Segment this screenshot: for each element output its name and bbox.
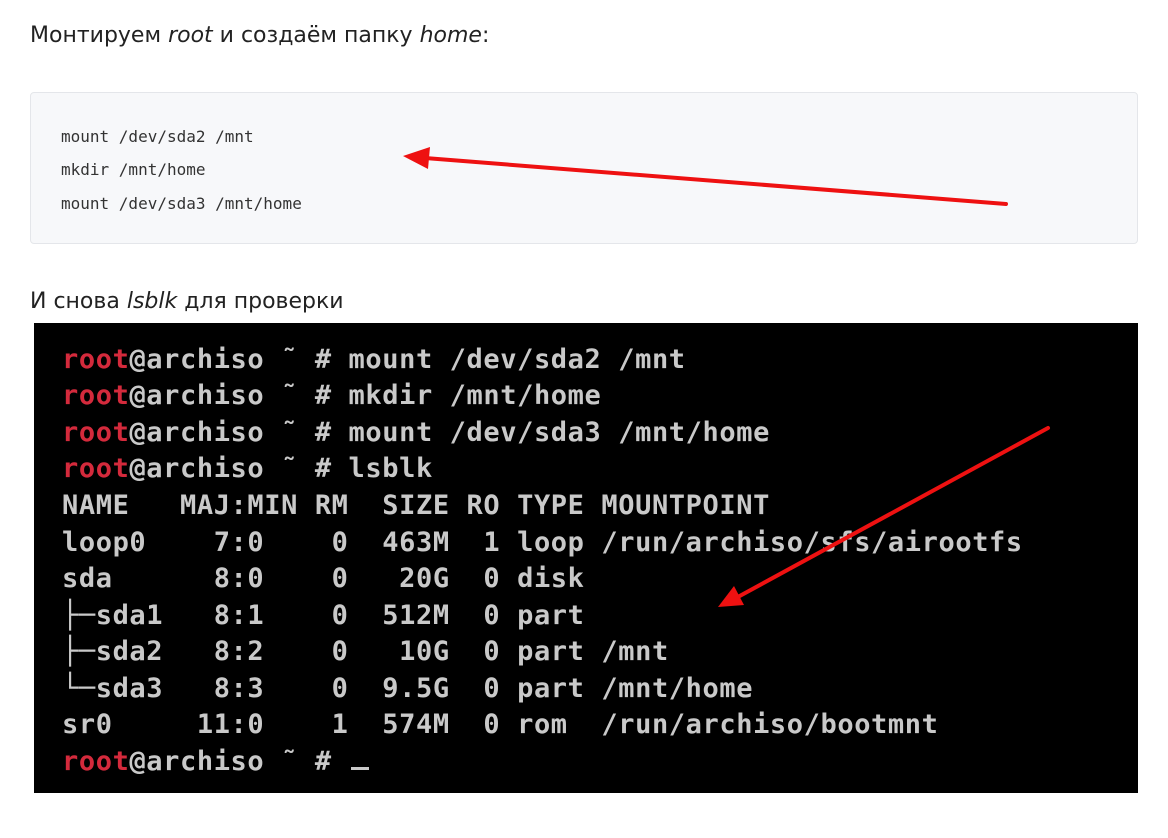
lsblk-row: ├─sda2 8:2 0 10G 0 part /mnt: [62, 636, 669, 667]
terminal-cursor: [350, 767, 369, 770]
code-line: mount /dev/sda3 /mnt/home: [61, 194, 302, 213]
code-line: mount /dev/sda2 /mnt: [61, 127, 254, 146]
terminal-prompt-line: root@archiso ˜ #: [62, 744, 369, 780]
lsblk-row: └─sda3 8:3 0 9.5G 0 part /mnt/home: [62, 673, 754, 704]
lsblk-row: ├─sda1 8:1 0 512M 0 part: [62, 600, 585, 631]
code-block: mount /dev/sda2 /mnt mkdir /mnt/home mou…: [30, 92, 1138, 244]
terminal-prompt-line: root@archiso ˜ # mkdir /mnt/home: [62, 380, 602, 411]
lsblk-row: loop0 7:0 0 463M 1 loop /run/archiso/sfs…: [62, 527, 1023, 558]
paragraph-lsblk-intro: И снова lsblk для проверки: [30, 289, 344, 314]
lsblk-row: sr0 11:0 1 574M 0 rom /run/archiso/bootm…: [62, 709, 939, 740]
code-line: mkdir /mnt/home: [61, 160, 206, 179]
terminal-prompt-line: root@archiso ˜ # mount /dev/sda2 /mnt: [62, 344, 686, 375]
terminal-screenshot: root@archiso ˜ # mount /dev/sda2 /mnt ro…: [34, 323, 1138, 793]
terminal-prompt-line: root@archiso ˜ # lsblk: [62, 453, 433, 484]
paragraph-mount-intro: Монтируем root и создаём папку home:: [30, 23, 490, 48]
terminal-prompt-line: root@archiso ˜ # mount /dev/sda3 /mnt/ho…: [62, 417, 770, 448]
lsblk-row: sda 8:0 0 20G 0 disk: [62, 563, 585, 594]
lsblk-header-line: NAME MAJ:MIN RM SIZE RO TYPE MOUNTPOINT: [62, 490, 770, 521]
